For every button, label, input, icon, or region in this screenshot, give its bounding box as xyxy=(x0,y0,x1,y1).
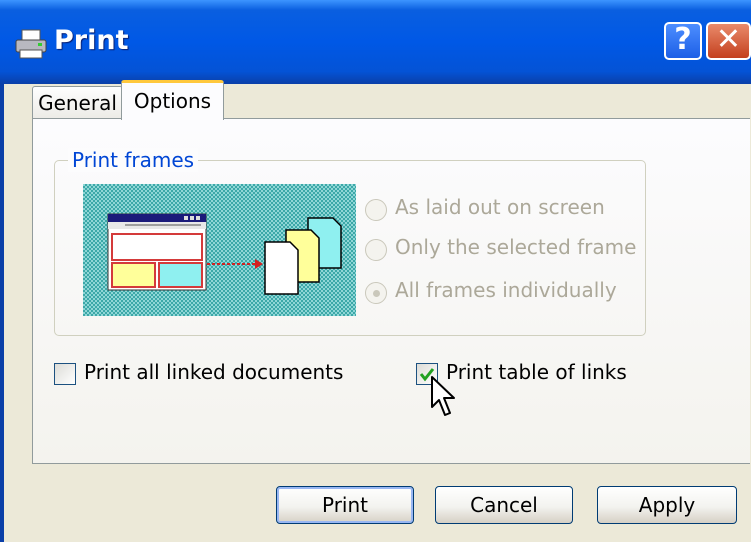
tab-general[interactable]: General xyxy=(32,86,123,119)
radio-label: Only the selected frame xyxy=(395,235,637,259)
radio-button[interactable] xyxy=(365,239,387,261)
help-button[interactable]: ? xyxy=(664,22,702,60)
checkbox-label: Print table of links xyxy=(446,360,627,384)
print-button[interactable]: Print xyxy=(276,486,414,524)
frames-illustration xyxy=(83,184,356,316)
radio-selected-dot xyxy=(373,290,380,297)
print-frames-legend: Print frames xyxy=(68,148,199,172)
checkbox-label: Print all linked documents xyxy=(84,360,344,384)
close-icon: ✕ xyxy=(715,22,742,57)
radio-button[interactable] xyxy=(365,199,387,221)
print-linked-documents-checkbox[interactable] xyxy=(54,363,76,385)
tab-options[interactable]: Options xyxy=(121,80,224,120)
printer-icon xyxy=(15,29,47,59)
radio-button[interactable] xyxy=(365,282,387,304)
title-bar[interactable]: Print ? ✕ xyxy=(0,0,751,84)
help-icon: ? xyxy=(674,22,692,57)
radio-label: All frames individually xyxy=(395,278,617,302)
radio-label: As laid out on screen xyxy=(395,195,605,219)
apply-button[interactable]: Apply xyxy=(597,486,737,524)
mouse-pointer-icon xyxy=(431,376,455,416)
window-title: Print xyxy=(54,25,129,56)
close-button[interactable]: ✕ xyxy=(706,22,751,60)
cancel-button[interactable]: Cancel xyxy=(435,486,573,524)
